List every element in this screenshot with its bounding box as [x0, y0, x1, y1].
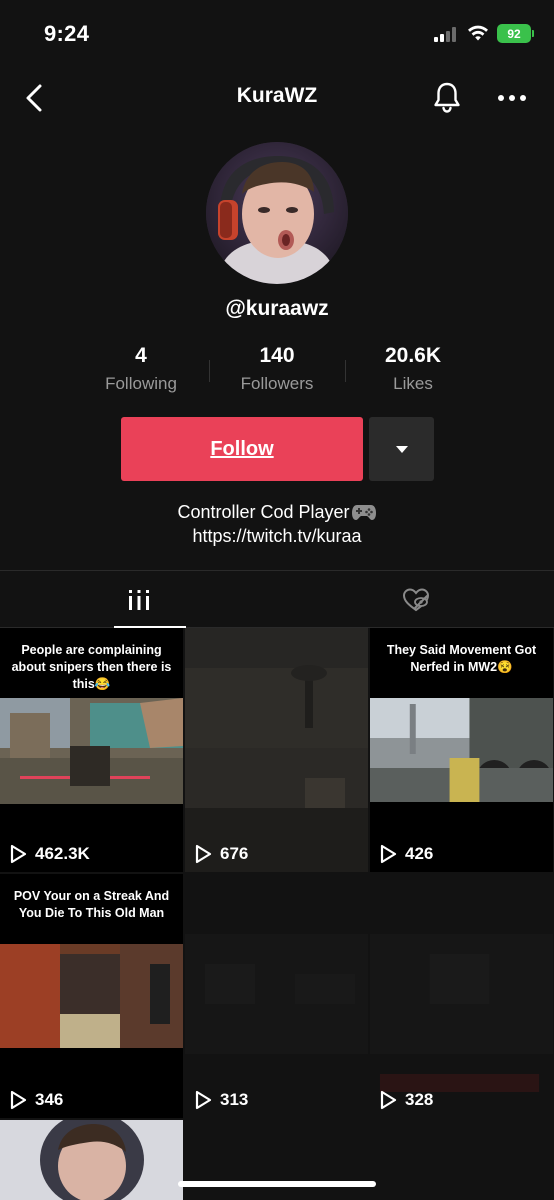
view-count: 462.3K	[9, 844, 90, 864]
page-title: KuraWZ	[236, 84, 318, 107]
liked-hidden-icon	[402, 587, 429, 611]
stat-likes: 20.6K Likes	[345, 344, 481, 394]
video-tile[interactable]: 313	[185, 874, 368, 1118]
video-thumbnail	[185, 628, 368, 872]
video-caption: People are complaining about snipers the…	[11, 643, 172, 691]
view-count-value: 462.3K	[35, 844, 90, 863]
view-count: 676	[194, 844, 248, 864]
view-count: 346	[9, 1090, 63, 1110]
username: @kuraawz	[225, 297, 329, 320]
video-tile[interactable]: People are complaining about snipers the…	[0, 628, 183, 872]
more-options-icon[interactable]	[494, 86, 530, 110]
view-count-value: 426	[405, 844, 434, 863]
bell-icon[interactable]	[430, 80, 464, 114]
video-thumbnail	[185, 874, 368, 1118]
profile-stats: 4 Following 140 Followers 20.6K Likes	[0, 344, 554, 400]
video-tile[interactable]: 328	[370, 874, 553, 1118]
view-count-value: 328	[405, 1090, 434, 1109]
view-count: 426	[379, 844, 433, 864]
battery-icon: 92	[497, 24, 534, 43]
likes-label: Likes	[393, 374, 433, 393]
video-caption: POV Your on a Streak And You Die To This…	[13, 889, 170, 920]
suggested-accounts-button[interactable]	[369, 417, 434, 481]
follow-button[interactable]: Follow	[121, 417, 363, 481]
wifi-icon	[468, 25, 488, 41]
video-tile[interactable]: 676	[185, 628, 368, 872]
video-grid: People are complaining about snipers the…	[0, 628, 554, 1200]
bio-text: Controller Cod Player	[177, 502, 350, 522]
view-count-value: 346	[35, 1090, 64, 1109]
avatar[interactable]	[206, 142, 348, 284]
play-icon	[10, 844, 27, 864]
play-icon	[380, 844, 397, 864]
video-caption: They Said Movement Got Nerfed in MW2😵	[386, 643, 537, 674]
dropdown-arrow-icon	[395, 445, 408, 453]
video-tile[interactable]	[0, 1120, 183, 1200]
cellular-signal-icon	[434, 26, 458, 42]
tab-videos[interactable]	[0, 571, 277, 628]
view-count-value: 676	[220, 844, 249, 863]
play-icon	[10, 1090, 27, 1110]
video-thumbnail	[370, 874, 553, 1118]
bio-link[interactable]: https://twitch.tv/kuraa	[0, 524, 554, 548]
profile-nav-bar: KuraWZ	[0, 70, 554, 126]
video-thumbnail	[0, 1120, 183, 1200]
stat-followers[interactable]: 140 Followers	[209, 344, 345, 394]
following-count: 4	[135, 344, 147, 367]
profile-tabs	[0, 570, 554, 628]
view-count-value: 313	[220, 1090, 249, 1109]
video-tile[interactable]: POV Your on a Streak And You Die To This…	[0, 874, 183, 1118]
play-icon	[195, 1090, 212, 1110]
likes-count: 20.6K	[384, 344, 442, 367]
battery-level: 92	[507, 26, 521, 41]
following-label: Following	[105, 374, 177, 393]
video-tile[interactable]: They Said Movement Got Nerfed in MW2😵 42…	[370, 628, 553, 872]
game-controller-icon	[351, 505, 376, 520]
play-icon	[195, 844, 212, 864]
status-time: 9:24	[44, 21, 90, 46]
view-count: 313	[194, 1090, 248, 1110]
followers-label: Followers	[240, 374, 314, 393]
tab-liked[interactable]	[277, 571, 554, 628]
videos-grid-icon	[128, 589, 149, 610]
home-indicator[interactable]	[178, 1181, 376, 1187]
status-bar: 9:24 92	[0, 0, 554, 64]
view-count: 328	[379, 1090, 433, 1110]
bio: Controller Cod Player https://twitch.tv/…	[0, 500, 554, 548]
followers-count: 140	[259, 344, 295, 367]
play-icon	[380, 1090, 397, 1110]
stat-following[interactable]: 4 Following	[73, 344, 209, 394]
